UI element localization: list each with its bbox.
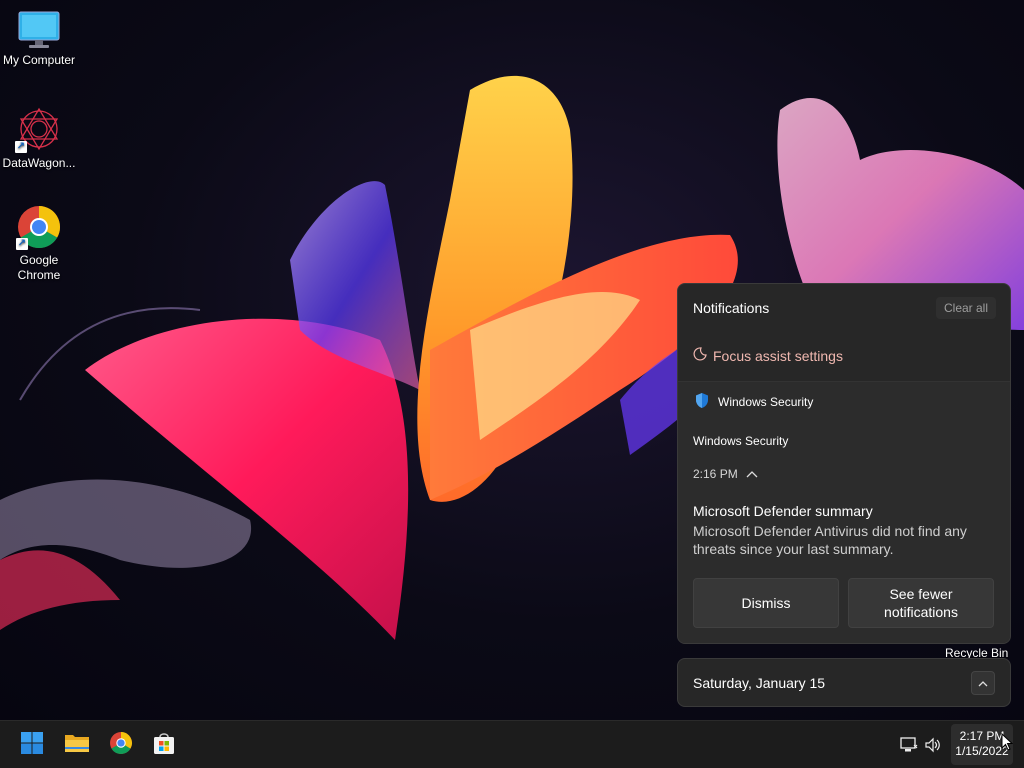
notification-title: Microsoft Defender summary [693,503,873,519]
dismiss-button-label: Dismiss [741,595,791,611]
desktop-icon-label: DataWagon... [2,156,76,170]
desktop-icon-my-computer[interactable]: My Computer [0,10,78,68]
notification-center: Notifications Clear all Focus assist set… [677,283,1011,644]
desktop-icon-datawagon[interactable]: ↗ DataWagon... [0,107,78,171]
notification-app-header: Windows Security [694,392,813,412]
see-fewer-notifications-button[interactable]: See fewer notifications [848,578,994,628]
desktop-icon-label-line2: Chrome [17,268,61,282]
chrome-icon [109,731,133,760]
notification-card[interactable]: Windows Security Windows Security 2:16 P… [678,381,1010,643]
notifications-header: Notifications [693,300,770,316]
chevron-up-icon[interactable] [746,467,758,481]
datawagon-logo-icon: ↗ [15,107,63,153]
taskbar: 2:17 PM 1/15/2022 [0,720,1024,768]
desktop-icon-label-line1: Google [19,253,59,267]
mouse-cursor-icon [1001,732,1014,756]
clear-all-button[interactable]: Clear all [936,297,996,319]
calendar-expand-button[interactable] [971,671,995,695]
chrome-taskbar-button[interactable] [103,728,139,762]
desktop-icon-google-chrome[interactable]: ↗ Google Chrome [0,204,78,283]
start-button[interactable] [14,728,50,762]
microsoft-store-button[interactable] [146,728,182,762]
network-icon[interactable] [899,735,919,755]
calendar-date: Saturday, January 15 [693,675,826,691]
see-fewer-button-label: See fewer notifications [884,586,958,620]
notification-time: 2:16 PM [693,467,738,481]
windows-security-shield-icon [694,392,710,412]
notification-body: Microsoft Defender Antivirus did not fin… [693,523,967,557]
notification-time-row[interactable]: 2:16 PM [693,467,758,481]
desktop-icon-label: My Computer [2,53,76,67]
chrome-icon: ↗ [16,204,62,250]
shortcut-arrow-icon: ↗ [15,141,27,153]
notification-app-name: Windows Security [718,395,814,409]
windows-start-icon [20,731,44,760]
file-explorer-button[interactable] [59,728,95,762]
shortcut-arrow-icon: ↗ [16,238,28,250]
dismiss-button[interactable]: Dismiss [693,578,839,628]
notification-source: Windows Security [693,434,789,448]
focus-assist-label: Focus assist settings [713,347,843,364]
focus-assist-settings-link[interactable]: Focus assist settings [693,347,843,364]
chevron-up-icon [978,676,988,690]
volume-icon[interactable] [923,735,943,755]
calendar-panel: Saturday, January 15 [677,658,1011,707]
file-explorer-icon [64,732,90,759]
store-icon [152,731,176,760]
moon-icon [693,347,707,364]
monitor-icon [17,10,61,50]
